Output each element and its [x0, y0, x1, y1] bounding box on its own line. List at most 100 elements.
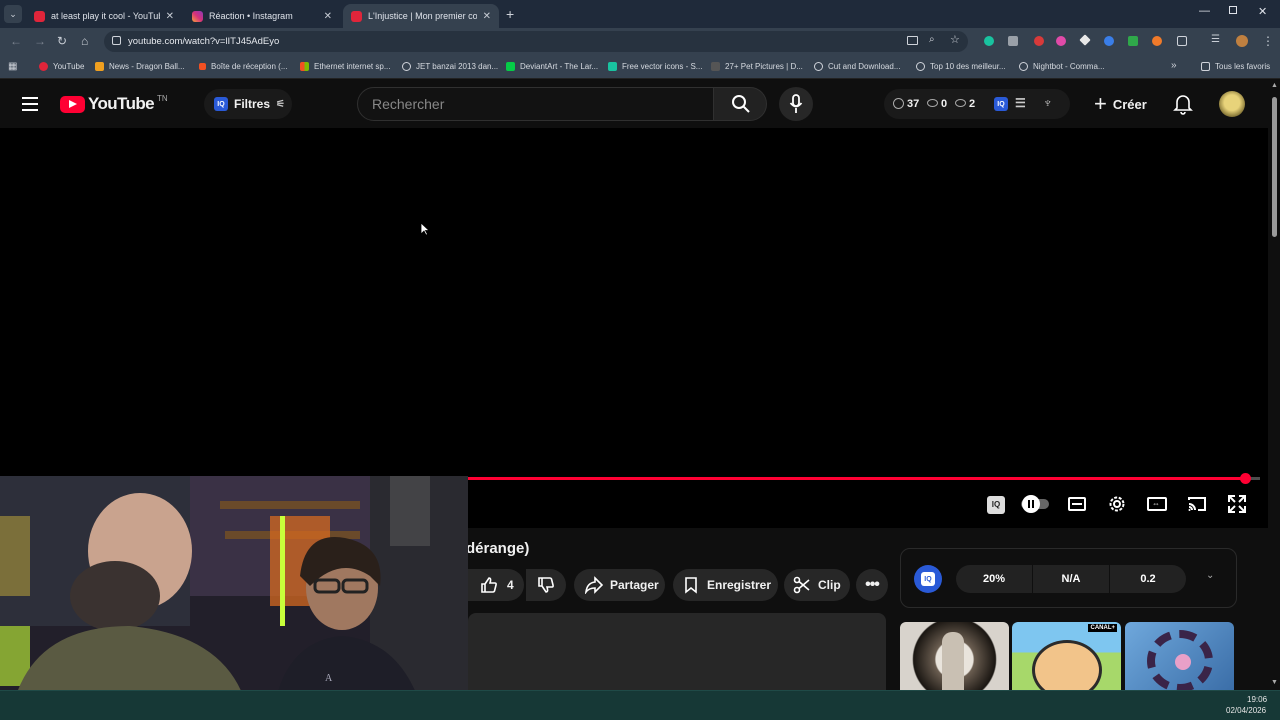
like-button[interactable]: 4 [468, 569, 524, 601]
bookmark-item[interactable]: Cut and Download... [814, 62, 901, 71]
bookmark-item[interactable]: JET banzai 2013 dan... [402, 62, 498, 71]
apps-grid-icon[interactable]: ▦ [8, 61, 17, 72]
extension-5-icon[interactable] [1079, 34, 1091, 46]
search-input[interactable]: Rechercher [357, 87, 714, 121]
install-app-icon[interactable] [907, 36, 918, 45]
extension-7-icon[interactable] [1128, 36, 1138, 46]
reload-icon[interactable]: ↻ [57, 34, 67, 48]
bookmark-item[interactable]: Ethernet internet sp... [300, 62, 391, 71]
description-box[interactable] [468, 613, 886, 693]
scissors-icon [793, 576, 810, 594]
scroll-down-arrow-icon[interactable]: ▼ [1271, 679, 1278, 686]
theater-mode-icon[interactable]: ⇔ [1147, 494, 1167, 514]
filters-button[interactable]: IQ Filtres ⚟ [204, 89, 292, 119]
extension-2-icon[interactable] [1008, 36, 1018, 46]
chevron-down-icon[interactable]: ⌄ [1206, 570, 1214, 581]
iq-player-icon[interactable]: IQ [987, 494, 1007, 514]
all-bookmarks-folder[interactable]: Tous les favoris [1201, 62, 1270, 71]
progress-bar-played[interactable] [468, 477, 1245, 480]
microsoft-icon [300, 62, 309, 71]
bookmark-item[interactable]: Top 10 des meilleur... [916, 62, 1006, 71]
bookmark-label: 27+ Pet Pictures | D... [725, 62, 803, 71]
browser-tab-2[interactable]: Réaction • Instagram ✕ [184, 4, 340, 28]
site-info-icon[interactable] [112, 36, 121, 45]
browser-menu-icon[interactable]: ⋮ [1262, 34, 1274, 48]
save-button[interactable]: Enregistrer [673, 569, 778, 601]
settings-gear-icon[interactable] [1107, 494, 1127, 514]
bookmark-item[interactable]: Boîte de réception (... [199, 62, 288, 71]
minimize-window-icon[interactable]: — [1199, 5, 1210, 17]
autoplay-toggle[interactable] [1021, 494, 1049, 514]
bookmark-item[interactable]: 27+ Pet Pictures | D... [711, 62, 803, 71]
close-tab-icon[interactable]: ✕ [324, 11, 332, 22]
microphone-icon [789, 94, 803, 113]
bookmark-item[interactable]: DeviantArt - The Lar... [506, 62, 598, 71]
progress-scrubber-handle[interactable] [1240, 473, 1251, 484]
guide-menu-icon[interactable] [22, 97, 38, 111]
thumbs-down-icon [538, 577, 554, 593]
close-window-icon[interactable]: ✕ [1258, 5, 1267, 18]
browser-tab-1[interactable]: at least play it cool - YouTube ✕ [26, 4, 182, 28]
extension-3-icon[interactable] [1034, 36, 1044, 46]
browser-tab-3-active[interactable]: L'Injustice | Mon premier court ✕ [343, 4, 499, 28]
youtube-logo[interactable]: YouTube TN [60, 94, 168, 114]
fullscreen-icon[interactable] [1227, 494, 1247, 514]
recommendation-thumbnail-3[interactable] [1125, 622, 1234, 690]
share-label: Partager [610, 578, 659, 592]
iq-label: IQ [987, 495, 1005, 514]
thumbs-up-icon [481, 577, 497, 593]
zoom-icon[interactable]: ⌕ [929, 34, 935, 45]
bookmark-star-icon[interactable]: ☆ [950, 33, 960, 46]
close-tab-icon[interactable]: ✕ [483, 11, 491, 22]
search-button[interactable] [713, 87, 767, 121]
more-actions-button[interactable]: ••• [856, 569, 888, 601]
tab-title: L'Injustice | Mon premier court [368, 11, 477, 21]
bookmarks-bar: ▦ YouTube News - Dragon Ball... Boîte de… [0, 54, 1280, 79]
account-avatar[interactable] [1219, 91, 1245, 117]
video-player[interactable] [0, 128, 1268, 528]
bookmark-item[interactable]: Nightbot - Comma... [1019, 62, 1105, 71]
subtitles-icon[interactable] [1067, 494, 1087, 514]
bookmark-item[interactable]: Free vector icons - S... [608, 62, 702, 71]
extension-6-icon[interactable] [1104, 36, 1114, 46]
taskbar-date[interactable]: 02/04/2026 [1226, 706, 1266, 715]
voice-search-button[interactable] [779, 87, 813, 121]
create-button[interactable]: + Créer [1094, 89, 1154, 119]
bookmark-label: DeviantArt - The Lar... [520, 62, 599, 71]
cast-icon[interactable] [1187, 494, 1207, 514]
browser-toolbar: ← → ↻ ⌂ youtube.com/watch?v=lITJ45AdEyo … [0, 28, 1280, 54]
profile-icon[interactable] [1236, 35, 1248, 47]
dislike-button[interactable] [526, 569, 566, 601]
back-icon[interactable]: ← [10, 34, 22, 48]
clip-button[interactable]: Clip [784, 569, 850, 601]
home-icon[interactable]: ⌂ [81, 34, 88, 48]
trophy-icon[interactable]: ♆ [1043, 95, 1053, 110]
reading-list-icon[interactable]: ☰ [1211, 34, 1220, 45]
webcam-overlay: A [0, 476, 468, 720]
share-button[interactable]: Partager [574, 569, 665, 601]
share-icon [584, 576, 604, 594]
extension-8-icon[interactable] [1152, 36, 1162, 46]
iq-icon[interactable]: IQ [994, 97, 1008, 111]
recommendation-thumbnail-1[interactable] [900, 622, 1009, 690]
bookmark-item[interactable]: News - Dragon Ball... [95, 62, 185, 71]
extension-stats-pill[interactable]: 37 0 2 IQ ☰ ♆ [884, 89, 1070, 119]
recommendation-thumbnail-2[interactable]: CANAL+ [1012, 622, 1121, 690]
bookmark-item[interactable]: YouTube [39, 62, 84, 71]
notifications-bell-icon[interactable] [1173, 93, 1193, 115]
extension-1-icon[interactable] [984, 36, 994, 46]
restore-window-icon[interactable] [1229, 6, 1237, 14]
tab-search-button[interactable]: ⌄ [4, 5, 22, 23]
page-scrollbar-thumb[interactable] [1272, 97, 1277, 237]
iq-metric-3: 0.2 [1110, 565, 1186, 593]
list-icon[interactable]: ☰ [1015, 96, 1026, 110]
close-tab-icon[interactable]: ✕ [166, 11, 174, 22]
forward-icon[interactable]: → [34, 34, 46, 48]
extensions-puzzle-icon[interactable] [1177, 36, 1187, 46]
more-bookmarks-icon[interactable]: » [1171, 60, 1177, 71]
new-tab-icon[interactable]: + [506, 6, 514, 22]
taskbar-time[interactable]: 19:06 [1247, 695, 1267, 704]
scroll-up-arrow-icon[interactable]: ▲ [1271, 82, 1278, 89]
address-bar[interactable]: youtube.com/watch?v=lITJ45AdEyo ⌕ ☆ [104, 31, 968, 52]
extension-4-icon[interactable] [1056, 36, 1066, 46]
